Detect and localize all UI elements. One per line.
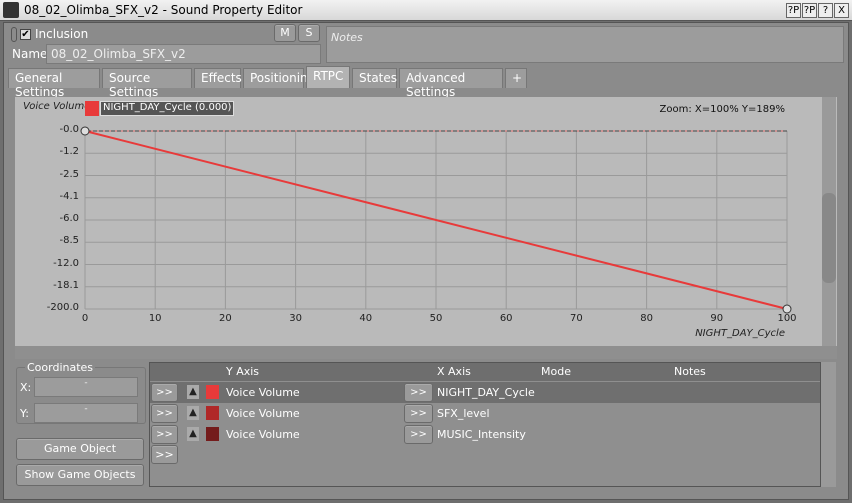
x-coordinate-input[interactable]: -	[34, 377, 138, 397]
x-tick-label: 100	[777, 313, 797, 324]
y-tick-label: -18.1	[53, 279, 79, 291]
table-scrollbar[interactable]	[821, 362, 836, 487]
x-tick-label: 10	[148, 313, 162, 324]
y-axis-value: Voice Volume	[226, 407, 300, 420]
title-bar: 08_02_Olimba_SFX_v2 - Sound Property Edi…	[0, 0, 852, 21]
y-label: Y:	[20, 407, 29, 420]
x-tick-label: 90	[710, 313, 724, 324]
x-tick-label: 50	[429, 313, 443, 324]
close-button[interactable]: X	[834, 3, 849, 18]
header-mode[interactable]: Mode	[541, 365, 571, 378]
y-tick-label: -200.0	[46, 302, 79, 313]
horizontal-scrollbar[interactable]	[15, 346, 837, 359]
curve-point[interactable]	[782, 304, 792, 314]
x-tick-label: 0	[81, 313, 89, 324]
x-tick-label: 40	[359, 313, 373, 324]
y-tick-label: -0.0	[59, 124, 79, 135]
y-tick-label: -8.5	[59, 235, 79, 247]
y-axis-value: Voice Volume	[226, 428, 300, 441]
table-row[interactable]: >> ▲ Voice Volume >> SFX_level	[150, 403, 820, 424]
coordinates-title: Coordinates	[25, 361, 96, 374]
x-tick-label: 60	[499, 313, 513, 324]
rtpc-graph[interactable]: Voice Volume NIGHT_DAY_Cycle (0.000) Zoo…	[15, 97, 837, 346]
name-input[interactable]: 08_02_Olimba_SFX_v2	[46, 44, 321, 64]
x-tick-label: 80	[640, 313, 653, 324]
header-notes[interactable]: Notes	[674, 365, 706, 378]
name-label: Name	[12, 47, 48, 61]
pin-icon[interactable]: ▲	[187, 427, 199, 441]
curve-color-swatch	[206, 427, 219, 441]
expand-button[interactable]: >>	[151, 425, 178, 444]
tab-states[interactable]: States	[352, 68, 397, 88]
curve-color-swatch	[206, 406, 219, 420]
y-tick-label: -2.5	[59, 168, 79, 180]
y-tick-label: -12.0	[53, 257, 79, 269]
x-axis-value: NIGHT_DAY_Cycle	[437, 386, 535, 399]
add-rtpc-button[interactable]: >>	[151, 445, 178, 464]
x-axis-title: NIGHT_DAY_Cycle	[695, 328, 785, 339]
x-axis-select-button[interactable]: >>	[404, 404, 433, 423]
x-tick-label: 30	[289, 313, 302, 324]
tab-source-settings[interactable]: Source Settings	[102, 68, 192, 99]
y-coordinate-input[interactable]: -	[34, 403, 138, 423]
header-x-axis[interactable]: X Axis	[437, 365, 471, 378]
help-button[interactable]: ?	[818, 3, 833, 18]
pin-icon[interactable]: ?P	[786, 3, 801, 18]
x-axis-select-button[interactable]: >>	[404, 425, 433, 444]
tab-positioning[interactable]: Positioning	[243, 68, 315, 88]
pin-icon[interactable]: ▲	[187, 406, 199, 420]
x-axis-value: SFX_level	[437, 407, 490, 420]
window-title: 08_02_Olimba_SFX_v2 - Sound Property Edi…	[24, 3, 303, 17]
drag-handle[interactable]	[11, 27, 17, 42]
inclusion-label: Inclusion	[35, 27, 89, 41]
show-game-objects-button[interactable]: Show Game Objects	[16, 464, 144, 486]
x-tick-label: 20	[219, 313, 232, 324]
app-logo-icon	[3, 2, 19, 18]
x-axis-select-button[interactable]: >>	[404, 383, 433, 402]
expand-button[interactable]: >>	[151, 383, 178, 402]
table-header: Y Axis X Axis Mode Notes	[150, 363, 820, 381]
rtpc-table: Y Axis X Axis Mode Notes >> ▲ Voice Volu…	[149, 362, 821, 487]
table-row[interactable]: >> ▲ Voice Volume >> NIGHT_DAY_Cycle	[150, 382, 820, 403]
table-row[interactable]: >> ▲ Voice Volume >> MUSIC_Intensity	[150, 424, 820, 445]
unpin-icon[interactable]: ?P	[802, 3, 817, 18]
tab-add[interactable]: +	[505, 68, 527, 88]
header-y-axis[interactable]: Y Axis	[226, 365, 259, 378]
x-tick-label: 70	[570, 313, 583, 324]
y-tick-label: -6.0	[59, 213, 79, 224]
solo-button[interactable]: S	[298, 24, 320, 42]
curve-point[interactable]	[80, 126, 90, 136]
notes-input[interactable]: Notes	[326, 26, 844, 63]
x-axis-value: MUSIC_Intensity	[437, 428, 526, 441]
x-label: X:	[20, 381, 32, 394]
scroll-thumb[interactable]	[822, 193, 836, 283]
expand-button[interactable]: >>	[151, 404, 178, 423]
game-object-explorer-button[interactable]: Game Object Explorer...	[16, 438, 144, 475]
coordinates-group: Coordinates X: - Y: -	[16, 361, 146, 424]
y-tick-label: -4.1	[59, 190, 79, 202]
mute-button[interactable]: M	[274, 24, 296, 42]
graph-canvas[interactable]	[15, 97, 815, 346]
tab-general-settings[interactable]: General Settings	[8, 68, 100, 99]
y-axis-value: Voice Volume	[226, 386, 300, 399]
tab-advanced-settings[interactable]: Advanced Settings	[399, 68, 503, 99]
tab-effects[interactable]: Effects	[194, 68, 242, 88]
y-tick-label: -1.2	[59, 146, 79, 158]
tab-rtpc[interactable]: RTPC	[306, 66, 350, 88]
pin-icon[interactable]: ▲	[187, 385, 199, 399]
curve-color-swatch	[206, 385, 219, 399]
inclusion-checkbox[interactable]: ✔	[20, 29, 31, 40]
vertical-scrollbar[interactable]	[822, 97, 836, 346]
